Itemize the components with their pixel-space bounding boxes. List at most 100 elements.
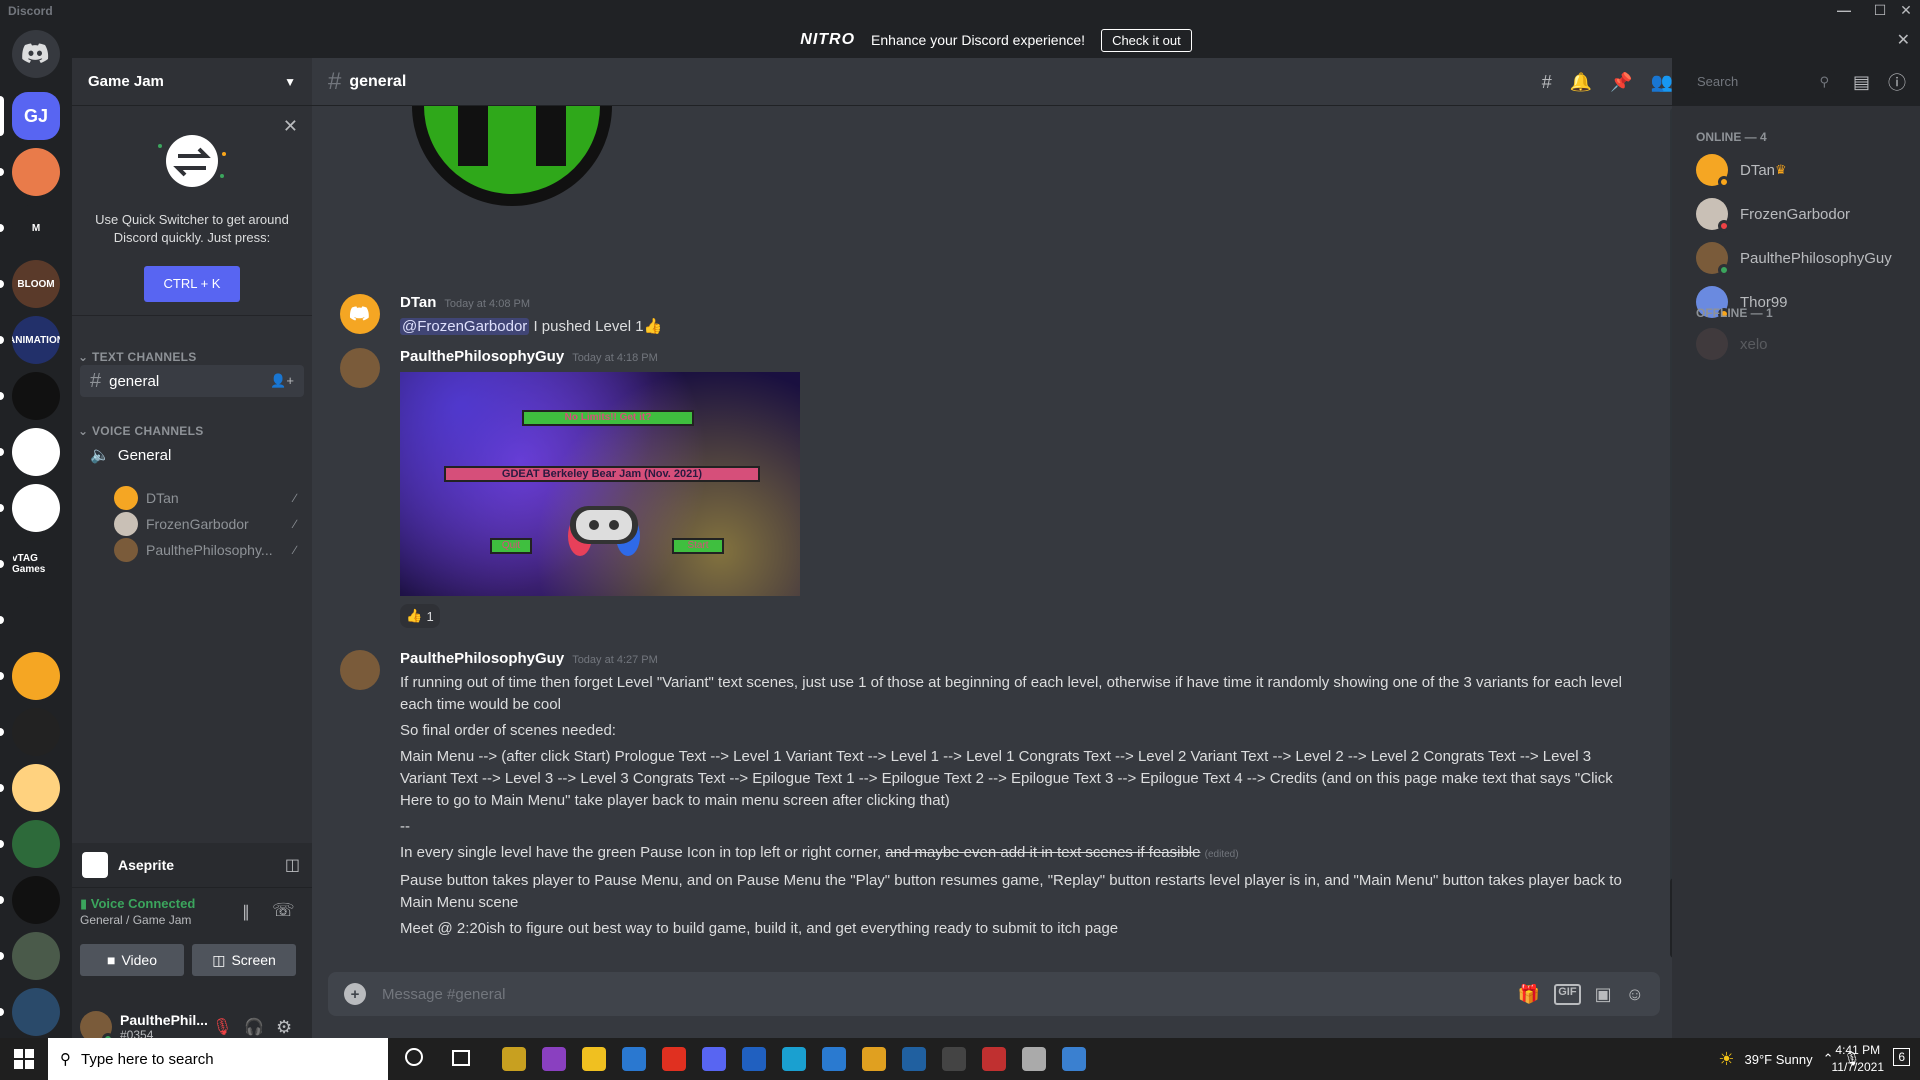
clock[interactable]: 4:41 PM 11/7/2021 — [1832, 1042, 1885, 1076]
mute-icon[interactable]: 🎙 — [212, 1017, 232, 1037]
voice-user[interactable]: DTan ∕ — [114, 485, 304, 511]
notification-icon[interactable]: 6 — [1893, 1048, 1910, 1066]
screen-button[interactable]: ◫ Screen — [192, 944, 296, 976]
windows-start-icon[interactable] — [14, 1049, 34, 1069]
server-icon[interactable]: BLOOM — [12, 260, 60, 308]
vscode-icon[interactable] — [822, 1047, 846, 1071]
office-icon[interactable] — [662, 1047, 686, 1071]
inbox-icon[interactable]: ▤ — [1853, 72, 1870, 93]
message-timestamp: Today at 4:08 PM — [444, 298, 530, 310]
taskbar-search[interactable]: ⚲ Type here to search — [48, 1038, 388, 1080]
sticker-icon[interactable]: ▣ — [1595, 984, 1612, 1005]
server-icon[interactable] — [12, 820, 60, 868]
task-view-icon[interactable] — [452, 1050, 470, 1066]
ctrl-k-button[interactable]: CTRL + K — [144, 266, 240, 302]
server-rail: GJ M BLOOM ANIMATION vTAG Games — [0, 22, 72, 1038]
photos-icon[interactable] — [1062, 1047, 1086, 1071]
headphones-icon[interactable]: 🎧 — [244, 1017, 264, 1037]
member-item[interactable]: PaulthePhilosophyGuy — [1696, 238, 1892, 278]
close-banner-icon[interactable]: ✕ — [1897, 30, 1910, 50]
voice-connected-status[interactable]: ▮ Voice Connected — [80, 896, 195, 912]
server-icon[interactable] — [12, 484, 60, 532]
text-channels-category[interactable]: ⌄ TEXT CHANNELS — [78, 350, 197, 364]
discord-taskbar-icon[interactable] — [702, 1047, 726, 1071]
edge-icon[interactable] — [782, 1047, 806, 1071]
gift-icon[interactable]: 🎁 — [1518, 984, 1540, 1005]
message-author[interactable]: DTan Today at 4:08 PM — [400, 294, 530, 311]
chrome-icon[interactable] — [862, 1047, 886, 1071]
emoji-icon[interactable]: ☺ — [1626, 984, 1644, 1005]
guild-header[interactable]: Game Jam ▼ — [72, 58, 312, 106]
screen-share-icon[interactable]: ◫ — [285, 855, 300, 875]
server-icon[interactable] — [12, 372, 60, 420]
avatar[interactable] — [340, 348, 380, 388]
server-icon[interactable] — [12, 428, 60, 476]
search-input[interactable]: Search ⚲ — [1690, 70, 1835, 94]
activity-panel[interactable]: Aseprite ◫ — [72, 843, 312, 887]
noise-suppression-icon[interactable]: ∥ — [242, 902, 250, 922]
muted-mic-icon: ∕ — [293, 517, 296, 531]
video-button[interactable]: ■ Video — [80, 944, 184, 976]
invite-icon[interactable]: 👤+ — [270, 373, 294, 389]
close-icon[interactable]: ✕ — [283, 116, 298, 137]
member-item[interactable]: FrozenGarbodor — [1696, 194, 1850, 234]
voice-channels-category[interactable]: ⌄ VOICE CHANNELS — [78, 424, 204, 438]
bell-icon[interactable]: 🔔 — [1570, 72, 1592, 93]
voice-channel-general[interactable]: 🔈 General — [80, 439, 304, 471]
message-author[interactable]: PaulthePhilosophyGuy Today at 4:18 PM — [400, 348, 658, 365]
file-explorer-icon[interactable] — [582, 1047, 606, 1071]
close-window-icon[interactable]: ✕ — [1886, 2, 1920, 19]
aseprite-taskbar-icon[interactable] — [942, 1047, 966, 1071]
channel-general[interactable]: # general 👤+ — [80, 365, 304, 397]
members-icon[interactable]: 👥 — [1651, 72, 1673, 93]
unity-icon[interactable] — [1022, 1047, 1046, 1071]
server-icon[interactable] — [12, 932, 60, 980]
server-icon[interactable] — [12, 988, 60, 1036]
store-icon[interactable] — [502, 1047, 526, 1071]
server-icon[interactable] — [12, 596, 60, 644]
message-composer[interactable]: + Message #general 🎁 GIF ▣ ☺ — [328, 972, 1660, 1016]
weather-text[interactable]: 39°F Sunny — [1745, 1052, 1813, 1067]
mail-icon[interactable] — [622, 1047, 646, 1071]
server-icon[interactable]: M — [12, 204, 60, 252]
server-icon[interactable] — [12, 652, 60, 700]
reaction-thumbs-up[interactable]: 👍 1 — [400, 604, 440, 628]
gif-button[interactable]: GIF — [1554, 983, 1581, 1005]
server-icon[interactable]: vTAG Games — [12, 540, 60, 588]
obs-icon[interactable] — [982, 1047, 1006, 1071]
pause-icon-image[interactable] — [406, 106, 618, 206]
attached-image[interactable]: No Limits!! Get it? GDEAT Berkeley Bear … — [400, 372, 800, 596]
server-icon[interactable]: ANIMATION — [12, 316, 60, 364]
server-icon[interactable] — [12, 148, 60, 196]
settings-gear-icon[interactable]: ⚙ — [276, 1017, 292, 1038]
server-icon[interactable] — [12, 876, 60, 924]
avatar — [1696, 328, 1728, 360]
check-it-out-button[interactable]: Check it out — [1101, 28, 1192, 52]
help-icon[interactable]: ⓘ — [1888, 69, 1906, 95]
voice-user[interactable]: PaulthePhilosophy... ∕ — [114, 537, 304, 563]
message-input[interactable]: Message #general — [382, 986, 505, 1003]
pin-icon[interactable]: 📌 — [1610, 72, 1632, 93]
minimize-icon[interactable]: — — [1824, 2, 1864, 18]
voice-user-name: PaulthePhilosophy... — [146, 542, 273, 558]
photoshop-icon[interactable] — [902, 1047, 926, 1071]
message-author[interactable]: PaulthePhilosophyGuy Today at 4:27 PM — [400, 650, 658, 667]
word-icon[interactable] — [742, 1047, 766, 1071]
member-item[interactable]: DTan ♛ — [1696, 150, 1787, 190]
disconnect-icon[interactable]: ☏ — [272, 900, 295, 921]
voice-user[interactable]: FrozenGarbodor ∕ — [114, 511, 304, 537]
plus-icon[interactable]: + — [344, 983, 366, 1005]
avatar[interactable] — [340, 650, 380, 690]
cortana-icon[interactable] — [405, 1048, 423, 1066]
threads-icon[interactable]: # — [1542, 72, 1552, 93]
member-item[interactable]: xelo — [1696, 324, 1768, 364]
user-mention[interactable]: @FrozenGarbodor — [400, 318, 530, 335]
weather-sun-icon[interactable]: ☀ — [1718, 1049, 1734, 1070]
reaction-emoji: 👍 — [406, 608, 423, 623]
podcast-icon[interactable] — [542, 1047, 566, 1071]
server-icon[interactable] — [12, 708, 60, 756]
server-icon[interactable]: GJ — [12, 92, 60, 140]
avatar[interactable] — [340, 294, 380, 334]
discord-home-icon[interactable] — [12, 30, 60, 78]
server-icon[interactable] — [12, 764, 60, 812]
